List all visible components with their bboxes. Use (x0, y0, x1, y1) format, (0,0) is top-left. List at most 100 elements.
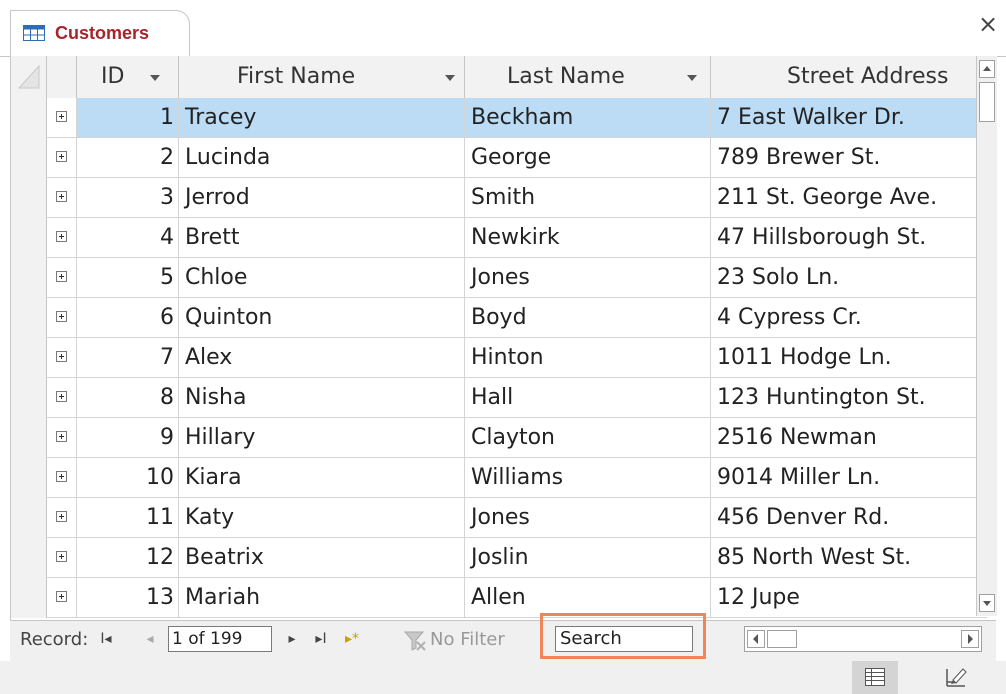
table-row[interactable]: 11 Katy Jones 456 Denver Rd. (11, 498, 987, 538)
cell-street-address[interactable]: 9014 Miller Ln. (711, 458, 987, 497)
expand-plus-icon[interactable] (56, 351, 67, 362)
cell-street-address[interactable]: 2516 Newman (711, 418, 987, 457)
dropdown-arrow-icon[interactable] (150, 75, 160, 81)
cell-street-address[interactable]: 47 Hillsborough St. (711, 218, 987, 257)
cell-last-name[interactable]: Joslin (465, 538, 711, 577)
close-icon[interactable]: × (976, 12, 1000, 36)
cell-id[interactable]: 3 (77, 178, 179, 217)
cell-first-name[interactable]: Alex (179, 338, 465, 377)
table-row[interactable]: 5 Chloe Jones 23 Solo Ln. (11, 258, 987, 298)
record-selector[interactable] (11, 138, 47, 178)
cell-street-address[interactable]: 4 Cypress Cr. (711, 298, 987, 337)
cell-first-name[interactable]: Chloe (179, 258, 465, 297)
cell-id[interactable]: 8 (77, 378, 179, 417)
cell-last-name[interactable]: Beckham (465, 98, 711, 137)
previous-record-icon[interactable]: ◂ (142, 629, 158, 649)
cell-first-name[interactable]: Jerrod (179, 178, 465, 217)
record-selector[interactable] (11, 378, 47, 418)
expand-plus-icon[interactable] (56, 591, 67, 602)
cell-last-name[interactable]: Boyd (465, 298, 711, 337)
cell-first-name[interactable]: Mariah (179, 578, 465, 617)
cell-id[interactable]: 5 (77, 258, 179, 297)
expand-plus-icon[interactable] (56, 271, 67, 282)
expand-plus-icon[interactable] (56, 471, 67, 482)
select-all-corner[interactable] (11, 56, 47, 98)
cell-first-name[interactable]: Nisha (179, 378, 465, 417)
table-row[interactable]: 6 Quinton Boyd 4 Cypress Cr. (11, 298, 987, 338)
cell-id[interactable]: 12 (77, 538, 179, 577)
scroll-down-icon[interactable] (979, 594, 995, 612)
current-record-field[interactable]: 1 of 199 (168, 626, 272, 652)
record-selector[interactable] (11, 418, 47, 458)
table-row[interactable]: 10 Kiara Williams 9014 Miller Ln. (11, 458, 987, 498)
cell-first-name[interactable]: Brett (179, 218, 465, 257)
record-selector[interactable] (11, 338, 47, 378)
no-filter-button[interactable]: No Filter (430, 629, 505, 650)
table-row[interactable]: 4 Brett Newkirk 47 Hillsborough St. (11, 218, 987, 258)
cell-street-address[interactable]: 789 Brewer St. (711, 138, 987, 177)
cell-last-name[interactable]: Allen (465, 578, 711, 617)
expand-plus-icon[interactable] (56, 431, 67, 442)
datasheet-view-button[interactable] (852, 661, 898, 694)
cell-first-name[interactable]: Lucinda (179, 138, 465, 177)
cell-id[interactable]: 10 (77, 458, 179, 497)
record-selector[interactable] (11, 298, 47, 338)
cell-street-address[interactable]: 12 Jupe (711, 578, 987, 617)
cell-first-name[interactable]: Tracey (179, 98, 465, 137)
cell-id[interactable]: 9 (77, 418, 179, 457)
next-record-icon[interactable]: ▸ (284, 629, 300, 649)
design-view-button[interactable] (936, 661, 976, 694)
dropdown-arrow-icon[interactable] (687, 75, 697, 81)
expand-plus-icon[interactable] (56, 151, 67, 162)
record-selector[interactable] (11, 178, 47, 218)
expand-plus-icon[interactable] (56, 311, 67, 322)
column-header-last-name[interactable]: Last Name (465, 56, 711, 98)
scroll-thumb[interactable] (979, 82, 995, 122)
expand-plus-icon[interactable] (56, 511, 67, 522)
horizontal-scrollbar[interactable] (744, 626, 982, 652)
cell-first-name[interactable]: Quinton (179, 298, 465, 337)
expand-plus-icon[interactable] (56, 551, 67, 562)
column-header-id[interactable]: ID (77, 56, 179, 98)
cell-last-name[interactable]: Hall (465, 378, 711, 417)
cell-id[interactable]: 4 (77, 218, 179, 257)
cell-first-name[interactable]: Katy (179, 498, 465, 537)
cell-street-address[interactable]: 23 Solo Ln. (711, 258, 987, 297)
cell-last-name[interactable]: Clayton (465, 418, 711, 457)
record-selector[interactable] (11, 458, 47, 498)
cell-last-name[interactable]: Hinton (465, 338, 711, 377)
expand-plus-icon[interactable] (56, 231, 67, 242)
column-header-street-address[interactable]: Street Address (711, 56, 987, 98)
cell-last-name[interactable]: Smith (465, 178, 711, 217)
cell-street-address[interactable]: 456 Denver Rd. (711, 498, 987, 537)
cell-street-address[interactable]: 85 North West St. (711, 538, 987, 577)
first-record-icon[interactable]: I◂ (98, 629, 114, 649)
expand-plus-icon[interactable] (56, 111, 67, 122)
table-row[interactable]: 9 Hillary Clayton 2516 Newman (11, 418, 987, 458)
column-header-first-name[interactable]: First Name (179, 56, 465, 98)
cell-id[interactable]: 13 (77, 578, 179, 617)
cell-id[interactable]: 1 (77, 98, 179, 137)
cell-id[interactable]: 6 (77, 298, 179, 337)
cell-street-address[interactable]: 1011 Hodge Ln. (711, 338, 987, 377)
table-row[interactable]: 8 Nisha Hall 123 Huntington St. (11, 378, 987, 418)
cell-last-name[interactable]: Jones (465, 498, 711, 537)
cell-street-address[interactable]: 123 Huntington St. (711, 378, 987, 417)
table-row[interactable]: 7 Alex Hinton 1011 Hodge Ln. (11, 338, 987, 378)
expand-plus-icon[interactable] (56, 191, 67, 202)
record-selector[interactable] (11, 538, 47, 578)
table-row[interactable]: 1 Tracey Beckham 7 East Walker Dr. (11, 98, 987, 138)
cell-id[interactable]: 11 (77, 498, 179, 537)
new-record-icon[interactable]: ▸* (340, 629, 364, 649)
cell-id[interactable]: 2 (77, 138, 179, 177)
cell-first-name[interactable]: Hillary (179, 418, 465, 457)
tab-customers[interactable]: Customers (10, 10, 190, 56)
record-selector[interactable] (11, 498, 47, 538)
cell-first-name[interactable]: Kiara (179, 458, 465, 497)
record-selector[interactable] (11, 98, 47, 138)
table-row[interactable]: 12 Beatrix Joslin 85 North West St. (11, 538, 987, 578)
cell-last-name[interactable]: Jones (465, 258, 711, 297)
table-row[interactable]: 13 Mariah Allen 12 Jupe (11, 578, 987, 618)
scroll-right-icon[interactable] (961, 630, 979, 648)
last-record-icon[interactable]: ▸I (310, 629, 332, 649)
